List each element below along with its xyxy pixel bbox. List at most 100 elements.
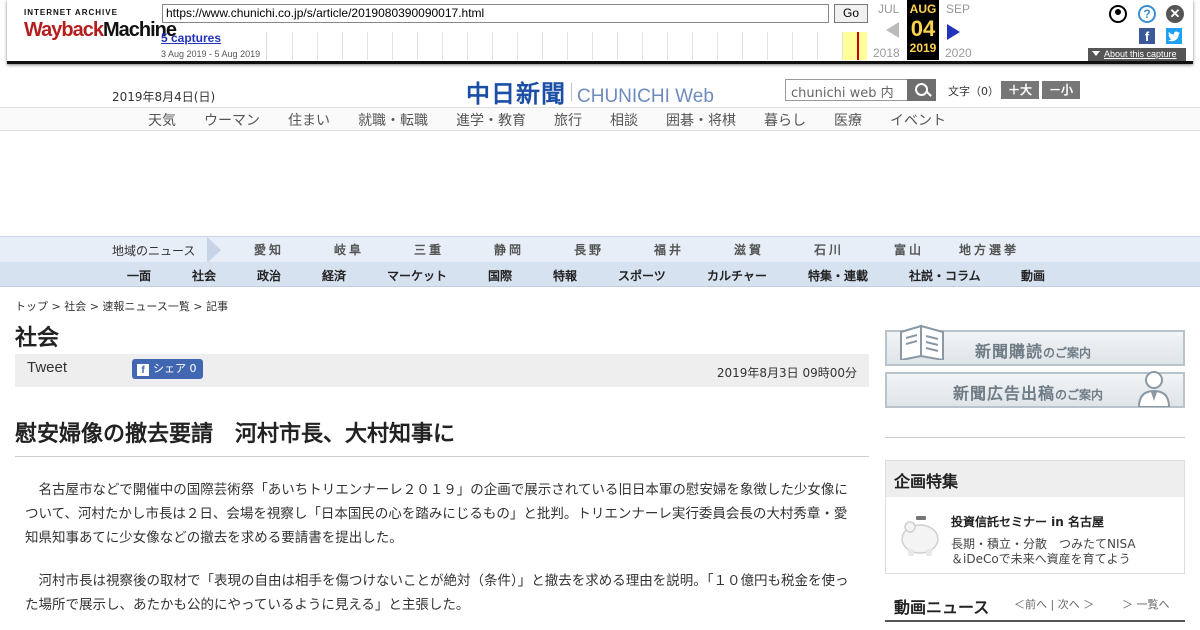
wayback-logo-text: WaybackMachine	[24, 19, 177, 42]
next-arrow-icon[interactable]	[947, 24, 960, 40]
divider	[15, 456, 869, 457]
genre-item[interactable]: 社会	[192, 267, 216, 284]
banner2-main: 新聞広告出稿	[953, 384, 1056, 403]
chevron-right-icon	[207, 237, 221, 263]
sparkline-current-year	[843, 32, 867, 60]
region-item[interactable]: 富山	[894, 241, 924, 258]
font-size-minus-button[interactable]: －小	[1042, 81, 1080, 99]
genre-item[interactable]: 社説・コラム	[909, 267, 981, 284]
wayback-toolbar: INTERNET ARCHIVE WaybackMachine https://…	[7, 0, 1193, 64]
top-nav-item[interactable]: 就職・転職	[358, 110, 428, 130]
top-nav-item[interactable]: 囲碁・将棋	[666, 110, 736, 130]
genre-item[interactable]: スポーツ	[618, 267, 666, 284]
genre-item[interactable]: 国際	[488, 267, 512, 284]
site-logo[interactable]: 中日新聞 CHUNICHI Web	[466, 74, 714, 109]
site-logo-en: CHUNICHI Web	[577, 86, 714, 107]
sparkline-tick	[817, 32, 818, 60]
wayback-logo-a: Wayback	[24, 19, 104, 41]
sparkline-tick	[617, 32, 618, 60]
site-logo-jp: 中日新聞	[466, 79, 566, 108]
genre-item[interactable]: カルチャー	[707, 267, 767, 284]
user-icon[interactable]	[1109, 5, 1127, 23]
search-input[interactable]: chunichi web 内	[785, 79, 908, 101]
share-count: 0	[189, 362, 197, 375]
wayback-logo[interactable]: INTERNET ARCHIVE WaybackMachine	[24, 8, 177, 52]
share-label: シェア	[153, 362, 186, 375]
breadcrumb[interactable]: トップ > 社会 > 速報ニュース一覧 > 記事	[15, 298, 228, 314]
sparkline-tick	[717, 32, 718, 60]
region-item[interactable]: 愛知	[254, 241, 284, 258]
help-icon[interactable]: ?	[1138, 5, 1156, 23]
top-nav-item[interactable]: 医療	[834, 110, 862, 130]
genre-item[interactable]: 政治	[257, 267, 281, 284]
subscription-banner[interactable]: 新聞購読のご案内	[885, 324, 1185, 366]
sparkline-tick	[442, 32, 443, 60]
video-news-list-link[interactable]: ＞ 一覧へ	[1122, 596, 1170, 612]
close-icon[interactable]: ✕	[1166, 5, 1184, 23]
genre-item[interactable]: 経済	[322, 267, 346, 284]
font-size-plus-button[interactable]: ＋大	[1001, 81, 1039, 99]
wayback-captures-link[interactable]: 5 captures	[161, 31, 221, 45]
facebook-icon[interactable]: f	[1139, 28, 1155, 44]
region-item[interactable]: 岐阜	[334, 241, 364, 258]
top-nav-item[interactable]: 住まい	[288, 110, 330, 130]
genre-item[interactable]: 一面	[127, 267, 151, 284]
wayback-go-button[interactable]: Go	[834, 4, 868, 23]
region-item[interactable]: 静岡	[494, 241, 524, 258]
genre-item[interactable]: 特集・連載	[808, 267, 868, 284]
banner2-sub: のご案内	[1055, 388, 1104, 402]
region-item[interactable]: 滋賀	[734, 241, 764, 258]
feature-title-link[interactable]: 投資信託セミナー in 名古屋	[951, 513, 1104, 530]
region-item[interactable]: 石川	[814, 241, 844, 258]
sparkline-tick	[367, 32, 368, 60]
sparkline-capture-mark	[857, 32, 859, 60]
wayback-url-input[interactable]: https://www.chunichi.co.jp/s/article/201…	[162, 4, 829, 23]
wayback-next-year[interactable]: 2020	[945, 46, 972, 60]
sparkline-tick	[467, 32, 468, 60]
wayback-about-capture[interactable]: About this capture	[1088, 48, 1186, 61]
video-news-pager[interactable]: ＜前へ | 次へ ＞	[1014, 596, 1094, 612]
region-item[interactable]: 福井	[654, 241, 684, 258]
banner1-main: 新聞購読	[975, 342, 1044, 361]
wayback-current-date: AUG 04 2019	[907, 0, 939, 60]
wayback-prev-month[interactable]: JUL	[878, 2, 899, 16]
genre-item[interactable]: マーケット	[387, 267, 447, 284]
wayback-next-month[interactable]: SEP	[946, 2, 970, 16]
wayback-sparkline[interactable]	[266, 32, 870, 60]
wayback-prev-year[interactable]: 2018	[873, 46, 900, 60]
sparkline-tick	[517, 32, 518, 60]
region-label: 地域のニュース	[112, 244, 196, 258]
sparkline-tick	[642, 32, 643, 60]
sparkline-tick	[542, 32, 543, 60]
top-nav-item[interactable]: 進学・教育	[456, 110, 526, 130]
top-nav-item[interactable]: ウーマン	[204, 110, 260, 130]
top-nav-item[interactable]: 天気	[148, 110, 176, 130]
sparkline-tick	[792, 32, 793, 60]
sparkline-tick	[392, 32, 393, 60]
region-bar: 地域のニュース 愛知 岐阜 三重 静岡 長野 福井 滋賀 石川 富山 地方選挙	[0, 236, 1200, 263]
region-item[interactable]: 三重	[414, 241, 444, 258]
twitter-icon[interactable]	[1166, 28, 1182, 44]
article-headline: 慰安婦像の撤去要請 河村市長、大村知事に	[15, 422, 456, 447]
genre-item[interactable]: 特報	[553, 267, 577, 284]
piggy-bank-icon[interactable]	[898, 511, 942, 557]
prev-arrow-icon[interactable]	[886, 22, 899, 38]
sparkline-tick	[767, 32, 768, 60]
sparkline-tick	[592, 32, 593, 60]
top-nav-item[interactable]: 旅行	[554, 110, 582, 130]
top-nav-item[interactable]: 相談	[610, 110, 638, 130]
wayback-capture-range: 3 Aug 2019 - 5 Aug 2019	[161, 49, 261, 59]
advertising-banner[interactable]: 新聞広告出稿のご案内	[885, 371, 1185, 408]
site-date: 2019年8月4日(日)	[112, 90, 216, 104]
region-item[interactable]: 長野	[574, 241, 604, 258]
subscription-banner-text: 新聞購読のご案内	[975, 338, 1091, 362]
facebook-share-button[interactable]: f シェア 0	[132, 359, 203, 379]
tweet-button[interactable]: Tweet	[27, 359, 67, 376]
top-nav-item[interactable]: イベント	[890, 110, 946, 130]
region-item[interactable]: 地方選挙	[959, 241, 1019, 258]
divider	[885, 437, 1185, 438]
genre-item[interactable]: 動画	[1021, 267, 1045, 284]
top-nav-item[interactable]: 暮らし	[764, 110, 806, 130]
sparkline-tick	[317, 32, 318, 60]
search-icon[interactable]	[907, 79, 936, 101]
